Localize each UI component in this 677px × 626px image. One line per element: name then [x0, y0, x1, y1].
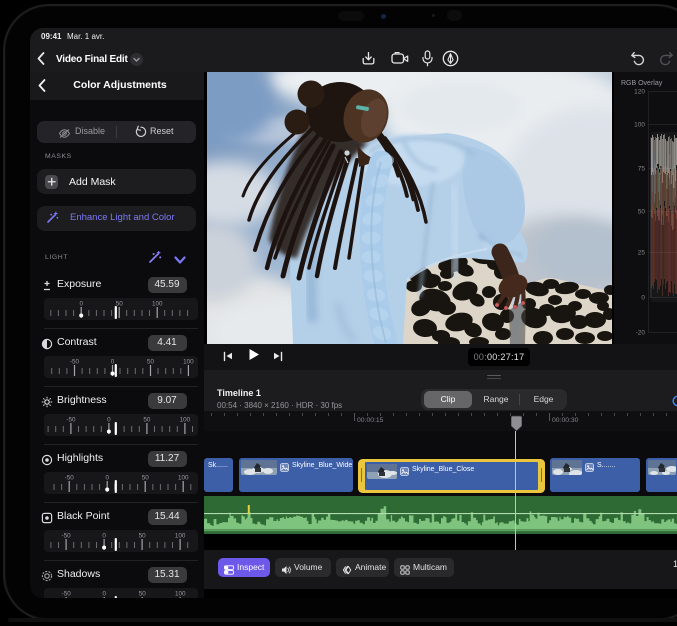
svg-text:-50: -50	[65, 475, 75, 482]
svg-text:50: 50	[638, 209, 646, 216]
svg-text:100: 100	[180, 417, 191, 424]
svg-text:100: 100	[634, 122, 645, 129]
svg-text:100: 100	[183, 359, 194, 366]
svg-text:-50: -50	[62, 591, 72, 598]
svg-text:100: 100	[152, 301, 163, 308]
svg-text:-50: -50	[62, 533, 72, 540]
svg-text:120: 120	[634, 89, 645, 96]
svg-text:100: 100	[178, 475, 189, 482]
svg-text:75: 75	[638, 166, 646, 173]
svg-text:-20: -20	[636, 330, 646, 337]
svg-text:0: 0	[105, 475, 109, 482]
svg-text:50: 50	[142, 475, 150, 482]
svg-text:0: 0	[79, 301, 83, 308]
svg-text:-50: -50	[66, 417, 76, 424]
svg-text:0: 0	[107, 417, 111, 424]
svg-text:50: 50	[147, 359, 155, 366]
svg-text:50: 50	[139, 533, 147, 540]
svg-text:00:00:15: 00:00:15	[357, 417, 384, 424]
svg-text:100: 100	[175, 533, 186, 540]
svg-text:50: 50	[116, 301, 124, 308]
svg-text:RGB Overlay: RGB Overlay	[621, 80, 663, 87]
svg-text:25: 25	[638, 250, 646, 257]
svg-text:00:00:30: 00:00:30	[552, 417, 579, 424]
svg-text:50: 50	[139, 591, 147, 598]
svg-text:50: 50	[143, 417, 151, 424]
svg-text:0: 0	[111, 359, 115, 366]
svg-text:0: 0	[641, 295, 645, 302]
svg-text:-50: -50	[70, 359, 80, 366]
svg-text:0: 0	[102, 591, 106, 598]
svg-text:0: 0	[102, 533, 106, 540]
svg-text:100: 100	[175, 591, 186, 598]
